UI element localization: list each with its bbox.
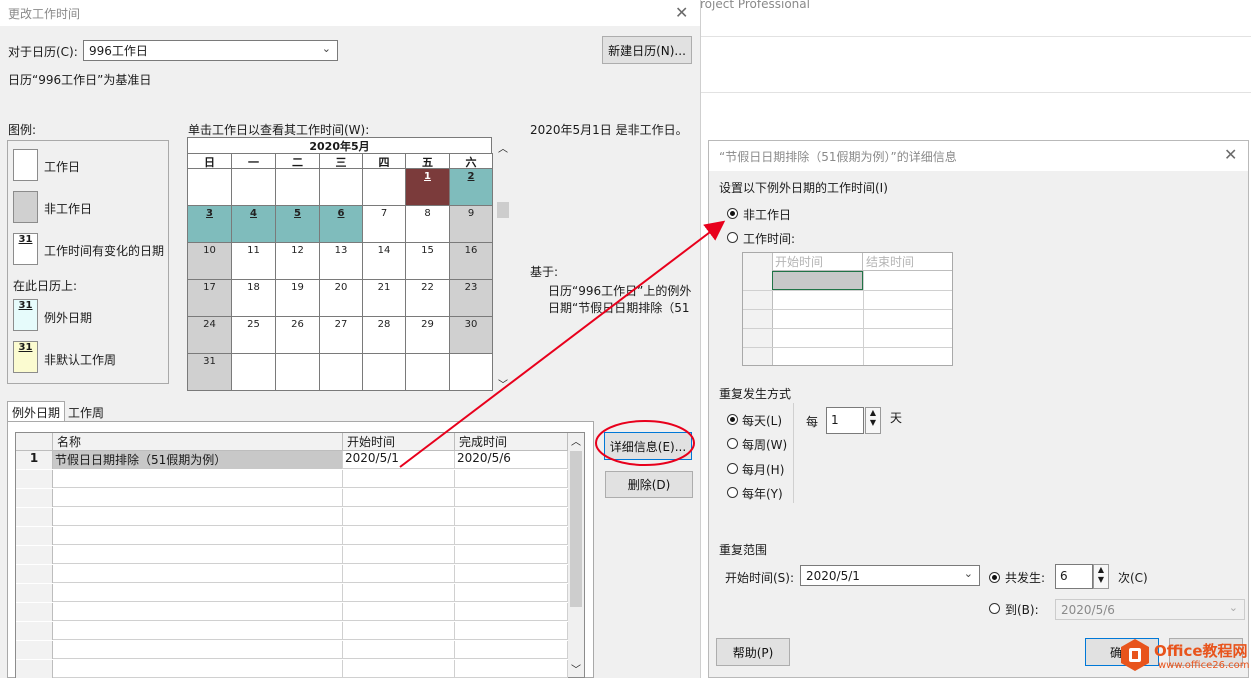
watermark: Office教程网 www.office26.com bbox=[1118, 634, 1251, 678]
annotation-arrow bbox=[399, 220, 726, 468]
office-logo-icon bbox=[1118, 638, 1152, 672]
annotation-overlay bbox=[399, 220, 726, 468]
annotation-ellipse bbox=[595, 420, 695, 466]
watermark-line-1: Office教程网 bbox=[1154, 642, 1248, 660]
watermark-line-2: www.office26.com bbox=[1158, 660, 1250, 671]
